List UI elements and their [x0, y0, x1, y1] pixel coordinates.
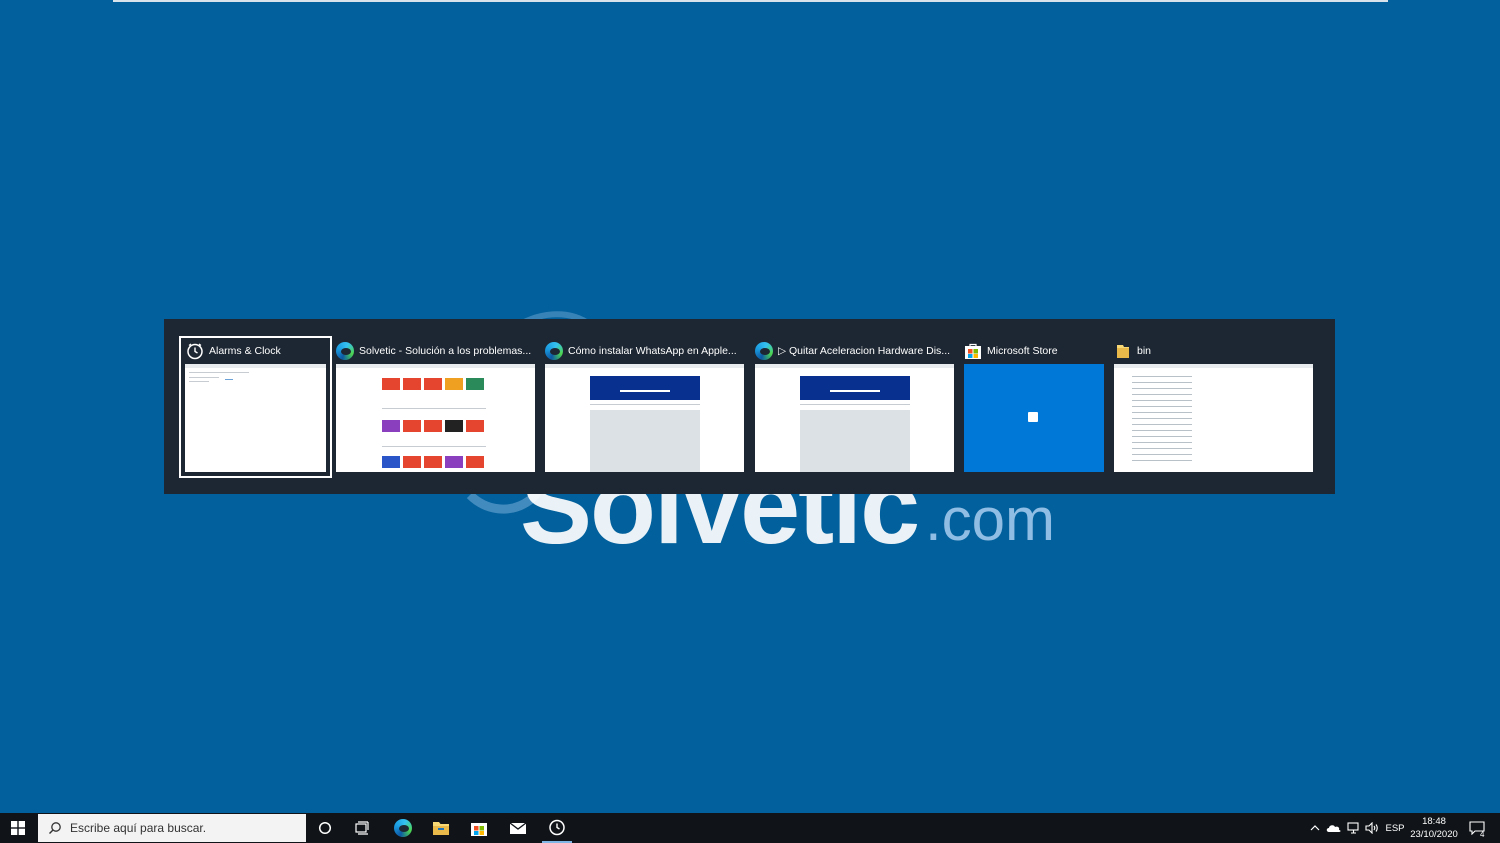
window-card-microsoft-store[interactable]: Microsoft Store — [964, 338, 1104, 476]
network-button[interactable] — [1345, 813, 1363, 843]
store-icon — [965, 343, 981, 359]
search-placeholder: Escribe aquí para buscar. — [70, 821, 207, 835]
edge-icon — [394, 819, 412, 837]
window-thumbnail — [755, 364, 954, 472]
window-title: bin — [1137, 345, 1152, 357]
top-edge-line — [113, 0, 1388, 2]
alarm-clock-icon — [187, 343, 203, 360]
search-icon — [49, 822, 61, 834]
edge-icon — [336, 342, 354, 360]
window-card-bin-folder[interactable]: bin — [1114, 338, 1313, 476]
window-thumbnail — [185, 364, 326, 472]
taskbar-mail-button[interactable] — [503, 813, 533, 843]
mail-icon — [509, 822, 527, 834]
store-icon — [471, 823, 487, 836]
window-thumbnail — [336, 364, 535, 472]
notification-count-badge: 4 — [1480, 830, 1485, 839]
taskbar-edge-button[interactable] — [388, 813, 418, 843]
speaker-icon — [1365, 822, 1378, 834]
task-view-icon — [355, 821, 369, 835]
folder-icon — [1117, 345, 1129, 358]
window-title: Cómo instalar WhatsApp en Apple... — [568, 345, 737, 357]
taskbar-alarms-button[interactable] — [542, 813, 572, 843]
show-hidden-icons-button[interactable] — [1307, 813, 1323, 843]
cortana-icon — [318, 821, 332, 835]
window-title: Alarms & Clock — [209, 345, 281, 357]
window-card-solvetic[interactable]: Solvetic - Solución a los problemas... — [336, 338, 535, 476]
window-card-hardware-acceleration[interactable]: ▷ Quitar Aceleracion Hardware Dis... — [755, 338, 954, 476]
window-card-whatsapp-article[interactable]: Cómo instalar WhatsApp en Apple... — [545, 338, 744, 476]
edge-icon — [755, 342, 773, 360]
window-title: ▷ Quitar Aceleracion Hardware Dis... — [778, 345, 951, 357]
windows-logo-icon — [11, 821, 25, 835]
window-card-alarms-clock[interactable]: Alarms & Clock — [179, 336, 332, 478]
edge-icon — [545, 342, 563, 360]
language-indicator: ESP — [1385, 822, 1405, 834]
clock-time: 18:48 — [1422, 816, 1446, 827]
alarms-icon — [549, 819, 565, 836]
watermark-suffix: .com — [925, 486, 1056, 553]
taskbar-store-button[interactable] — [464, 813, 494, 843]
store-splash-icon — [1028, 412, 1038, 422]
taskbar-search-box[interactable]: Escribe aquí para buscar. — [38, 814, 306, 842]
cloud-icon — [1326, 825, 1341, 832]
clock-date: 23/10/2020 — [1410, 829, 1458, 840]
volume-button[interactable] — [1363, 813, 1381, 843]
file-explorer-icon — [433, 822, 449, 835]
task-view-button[interactable] — [349, 813, 377, 843]
clock-button[interactable]: 18:48 23/10/2020 — [1404, 815, 1464, 841]
action-center-button[interactable] — [1466, 813, 1488, 843]
taskbar-file-explorer-button[interactable] — [426, 813, 456, 843]
window-thumbnail — [964, 364, 1104, 472]
start-button[interactable] — [4, 813, 32, 843]
window-thumbnail — [545, 364, 744, 472]
network-icon — [1347, 822, 1359, 834]
onedrive-button[interactable] — [1325, 813, 1343, 843]
cortana-button[interactable] — [312, 813, 338, 843]
window-thumbnail — [1114, 364, 1313, 472]
window-title: Microsoft Store — [987, 345, 1058, 357]
chevron-up-icon — [1310, 825, 1320, 831]
window-title: Solvetic - Solución a los problemas... — [359, 345, 532, 357]
